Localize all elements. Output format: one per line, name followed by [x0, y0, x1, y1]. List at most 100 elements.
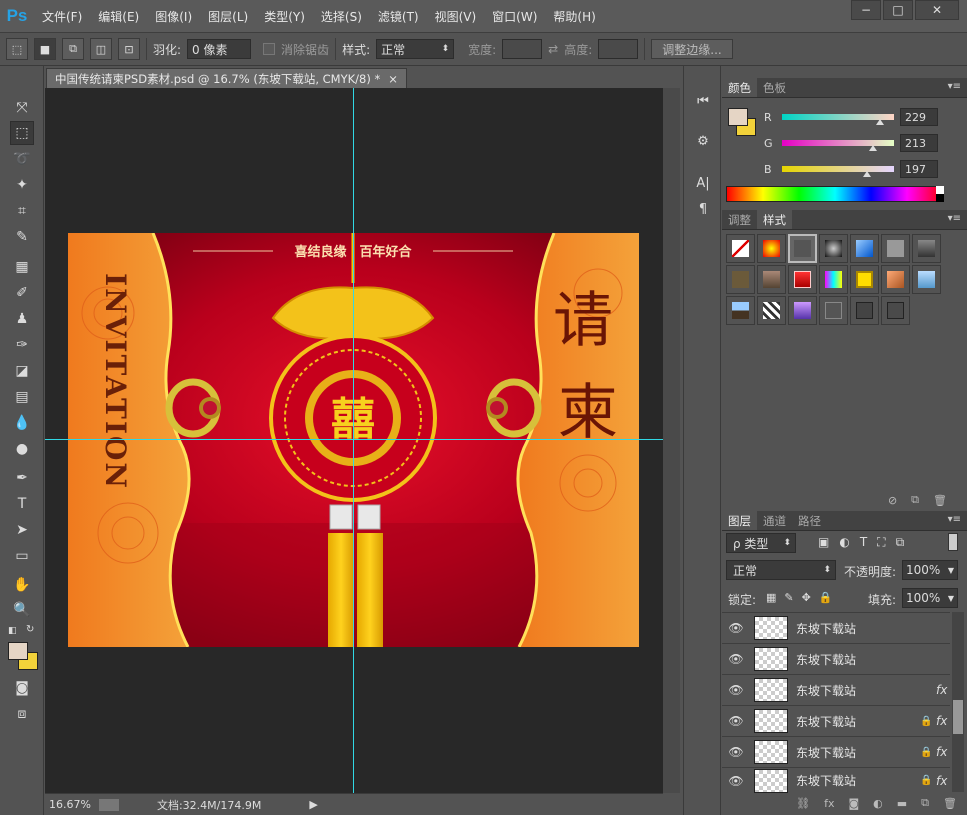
style-swatch[interactable]: [912, 265, 941, 294]
dodge-tool-icon[interactable]: ●: [10, 437, 34, 461]
new-adjustment-icon[interactable]: ◐: [873, 797, 883, 810]
close-tab-icon[interactable]: ×: [388, 72, 398, 86]
zoom-tool-icon[interactable]: 🔍: [10, 598, 34, 622]
tab-color[interactable]: 颜色: [722, 78, 757, 97]
new-style-icon[interactable]: ⧉: [911, 493, 919, 507]
style-swatch[interactable]: [881, 265, 910, 294]
color-spectrum[interactable]: [726, 186, 944, 202]
default-colors-icon[interactable]: ◧: [8, 626, 17, 636]
style-select[interactable]: 正常 ⬍: [376, 39, 455, 59]
eraser-tool-icon[interactable]: ◪: [10, 359, 34, 383]
style-swatch[interactable]: [788, 296, 817, 325]
style-swatch[interactable]: [819, 265, 848, 294]
layer-filter-select[interactable]: ρ 类型 ⬍: [726, 533, 796, 553]
filter-toggle[interactable]: [948, 533, 958, 551]
visibility-eye-icon[interactable]: 👁: [722, 745, 750, 759]
visibility-eye-icon[interactable]: 👁: [722, 714, 750, 728]
lock-position-icon[interactable]: ✥: [802, 591, 811, 604]
filter-smart-icon[interactable]: ⧉: [896, 535, 905, 550]
menu-view[interactable]: 视图(V): [427, 8, 485, 25]
visibility-eye-icon[interactable]: 👁: [722, 621, 750, 635]
delete-style-icon[interactable]: 🗑: [933, 494, 947, 507]
style-swatch[interactable]: [757, 265, 786, 294]
style-swatch[interactable]: [726, 234, 755, 263]
marquee-preset-icon[interactable]: ⬚: [6, 38, 28, 60]
layer-row[interactable]: 👁 东坡下载站 🔒 fx: [722, 767, 950, 793]
style-swatch[interactable]: [757, 234, 786, 263]
layer-row[interactable]: 👁 东坡下载站: [722, 612, 950, 643]
subtract-selection-icon[interactable]: ◫: [90, 38, 112, 60]
add-mask-icon[interactable]: ◙: [848, 797, 859, 810]
r-value[interactable]: 229: [900, 108, 938, 126]
layer-effects-icon[interactable]: fx: [936, 683, 950, 697]
layers-scroll-thumb[interactable]: [953, 700, 963, 734]
maximize-button[interactable]: □: [883, 0, 913, 20]
lock-pixels-icon[interactable]: ✎: [784, 591, 793, 604]
type-tool-icon[interactable]: T: [10, 492, 34, 516]
screen-mode-icon[interactable]: ⧈: [10, 702, 34, 726]
visibility-eye-icon[interactable]: 👁: [722, 683, 750, 697]
add-style-icon[interactable]: fx: [824, 797, 834, 810]
layer-effects-icon[interactable]: fx: [936, 714, 950, 728]
feather-input[interactable]: 0 像素: [187, 39, 252, 59]
hand-tool-icon[interactable]: ✋: [10, 573, 34, 597]
character-panel-icon[interactable]: A|: [692, 172, 714, 194]
foreground-color-swatch[interactable]: [8, 642, 28, 660]
style-swatch[interactable]: [757, 296, 786, 325]
layer-row[interactable]: 👁 东坡下载站 🔒 fx: [722, 736, 950, 767]
tab-paths[interactable]: 路径: [792, 511, 827, 530]
style-swatch[interactable]: [850, 296, 879, 325]
style-swatch[interactable]: [881, 234, 910, 263]
path-selection-tool-icon[interactable]: ➤: [10, 518, 34, 542]
lock-transparent-icon[interactable]: ▦: [766, 591, 776, 604]
quick-mask-icon[interactable]: ◙: [10, 676, 34, 700]
layer-effects-icon[interactable]: fx: [936, 774, 950, 788]
zoom-level[interactable]: 16.67%: [49, 798, 91, 811]
menu-type[interactable]: 类型(Y): [256, 8, 313, 25]
style-swatch[interactable]: [819, 296, 848, 325]
link-layers-icon[interactable]: ⛓: [796, 797, 810, 810]
clear-style-icon[interactable]: ⊘: [888, 494, 897, 507]
lock-all-icon[interactable]: 🔒: [819, 591, 833, 604]
properties-panel-icon[interactable]: ⚙: [692, 130, 714, 152]
style-swatch[interactable]: [726, 265, 755, 294]
swap-colors-icon[interactable]: ↻: [26, 624, 34, 635]
visibility-eye-icon[interactable]: 👁: [722, 652, 750, 666]
layer-effects-icon[interactable]: fx: [936, 745, 950, 759]
new-layer-icon[interactable]: ⧉: [921, 796, 929, 810]
add-selection-icon[interactable]: ⧉: [62, 38, 84, 60]
healing-brush-tool-icon[interactable]: ▦: [10, 255, 34, 279]
opacity-input[interactable]: 100% ▼: [902, 560, 958, 580]
history-panel-icon[interactable]: ⏮: [692, 90, 714, 112]
height-input[interactable]: [598, 39, 639, 59]
brush-tool-icon[interactable]: ✐: [10, 281, 34, 305]
filter-pixel-icon[interactable]: ▣: [818, 535, 829, 550]
blur-tool-icon[interactable]: 💧: [10, 411, 34, 435]
style-swatch[interactable]: [819, 234, 848, 263]
tab-layers[interactable]: 图层: [722, 511, 757, 530]
status-menu-arrow-icon[interactable]: ▶: [309, 798, 317, 811]
style-swatch[interactable]: [850, 234, 879, 263]
filter-shape-icon[interactable]: ⛶: [877, 535, 885, 550]
history-brush-tool-icon[interactable]: ✑: [10, 333, 34, 357]
layer-row[interactable]: 👁 东坡下载站: [722, 643, 950, 674]
menu-edit[interactable]: 编辑(E): [90, 8, 147, 25]
style-swatch[interactable]: [850, 265, 879, 294]
width-input[interactable]: [502, 39, 543, 59]
pen-tool-icon[interactable]: ✒: [10, 466, 34, 490]
style-swatch[interactable]: [788, 265, 817, 294]
style-swatch[interactable]: [881, 296, 910, 325]
intersect-selection-icon[interactable]: ⊡: [118, 38, 140, 60]
filter-type-icon[interactable]: T: [860, 535, 867, 550]
menu-image[interactable]: 图像(I): [147, 8, 200, 25]
swap-icon[interactable]: ⇄: [548, 42, 558, 56]
horizontal-guide[interactable]: [45, 439, 663, 440]
canvas-scrollbar[interactable]: [663, 88, 680, 793]
foreground-swatch[interactable]: [728, 108, 748, 126]
crop-tool-icon[interactable]: ⌗: [10, 199, 34, 223]
tab-swatches[interactable]: 色板: [757, 78, 792, 97]
layers-scrollbar[interactable]: [952, 612, 964, 792]
magic-wand-tool-icon[interactable]: ✦: [10, 173, 34, 197]
panel-menu-icon[interactable]: ▾≡: [948, 514, 961, 525]
fill-input[interactable]: 100% ▼: [902, 588, 958, 608]
